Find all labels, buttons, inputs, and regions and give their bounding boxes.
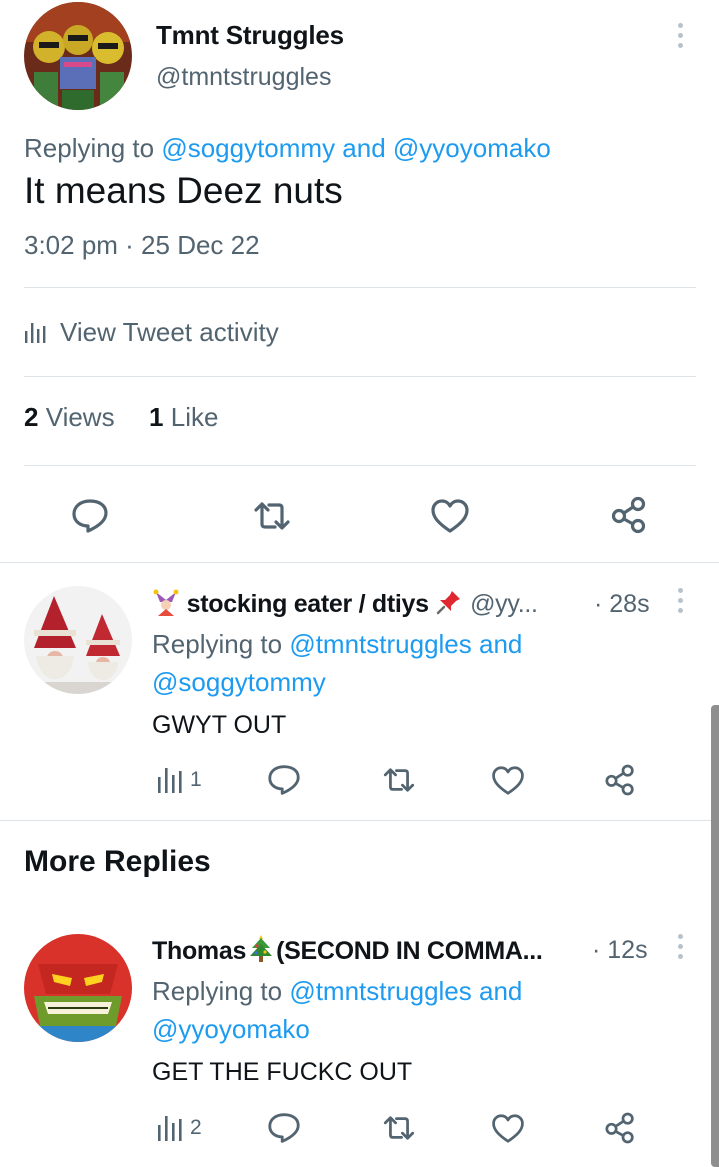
views-stat[interactable]: 2 Views <box>24 402 115 432</box>
views-label: Views <box>38 402 115 432</box>
reply-author-avatar[interactable] <box>24 586 132 694</box>
share-button[interactable] <box>602 1110 638 1146</box>
like-icon <box>492 1113 524 1143</box>
views-count: 2 <box>190 1116 202 1139</box>
main-author-avatar[interactable] <box>24 2 132 110</box>
tweet-stats: 2 Views 1 Like <box>24 402 218 433</box>
reply-time[interactable]: · 12s <box>592 936 648 965</box>
replying-prefix: Replying to <box>152 976 290 1006</box>
more-replies-heading: More Replies <box>24 845 211 878</box>
divider <box>24 465 696 466</box>
divider <box>24 287 696 288</box>
analytics-icon <box>25 323 46 343</box>
like-icon <box>492 765 524 795</box>
reply-text: GWYT OUT <box>152 711 287 739</box>
more-icon[interactable] <box>675 588 685 613</box>
retweet-icon <box>254 502 290 530</box>
like-button[interactable] <box>490 762 526 798</box>
view-tweet-activity-label: View Tweet activity <box>60 316 279 347</box>
likes-stat[interactable]: 1 Like <box>149 402 218 432</box>
reply-author-name: stocking eater / dtiys <box>186 590 429 618</box>
reply-icon <box>268 765 300 795</box>
more-icon[interactable] <box>675 934 685 959</box>
replying-mentions-continued[interactable]: @yyoyomako <box>152 1014 310 1045</box>
likes-count: 1 <box>149 402 164 432</box>
views-button[interactable]: 1 <box>156 762 202 798</box>
reply-button[interactable] <box>266 762 302 798</box>
jester-emoji <box>153 589 179 616</box>
replying-mentions[interactable]: @tmntstruggles and <box>289 629 522 659</box>
main-author-handle[interactable]: @tmntstruggles <box>156 63 331 92</box>
main-replying-to: Replying to @soggytommy and @yyoyomako <box>24 133 551 164</box>
main-tweet: Tmnt Struggles @tmntstruggles Replying t… <box>0 0 719 563</box>
reply-author-name: Thomas <box>152 937 247 965</box>
share-icon <box>611 496 646 534</box>
reply-text: GET THE FUCKC OUT <box>152 1058 413 1086</box>
main-tweet-timestamp[interactable]: 3:02 pm · 25 Dec 22 <box>24 230 260 261</box>
divider <box>24 376 696 377</box>
main-tweet-text: It means Deez nuts <box>24 170 343 211</box>
retweet-button[interactable] <box>250 496 294 536</box>
replying-prefix: Replying to <box>24 133 162 163</box>
like-button[interactable] <box>429 496 471 536</box>
retweet-button[interactable] <box>380 1110 418 1146</box>
retweet-button[interactable] <box>380 762 418 798</box>
share-icon <box>605 764 634 796</box>
share-button[interactable] <box>608 494 650 536</box>
replying-mentions-continued[interactable]: @soggytommy <box>152 667 326 698</box>
views-button[interactable]: 2 <box>156 1110 202 1146</box>
more-icon[interactable] <box>675 23 685 48</box>
reply-icon <box>72 499 108 533</box>
reply-tweet[interactable]: stocking eater / dtiys @yy... · 28s Repl… <box>0 564 719 821</box>
replying-mentions[interactable]: @tmntstruggles and <box>289 976 522 1006</box>
like-button[interactable] <box>490 1110 526 1146</box>
share-button[interactable] <box>602 762 638 798</box>
retweet-icon <box>383 1116 415 1140</box>
reply-time[interactable]: · 28s <box>594 590 650 619</box>
view-tweet-activity-button[interactable]: View Tweet activity <box>24 312 279 352</box>
scrollbar[interactable] <box>711 705 719 1167</box>
analytics-icon <box>158 1116 182 1141</box>
reply-tweet[interactable]: Thomas (SECOND IN COMMA... · 12s Replyin… <box>0 910 719 1167</box>
views-count: 2 <box>24 402 39 432</box>
pushpin-emoji <box>437 591 461 615</box>
likes-label: Like <box>163 402 219 432</box>
reply-replying-to: Replying to @tmntstruggles and <box>152 629 522 660</box>
reply-author-name-line[interactable]: stocking eater / dtiys @yy... <box>152 588 538 619</box>
main-author-name[interactable]: Tmnt Struggles <box>156 20 344 51</box>
retweet-icon <box>383 768 415 792</box>
reply-author-name-rest: (SECOND IN COMMA... <box>276 937 543 965</box>
reply-icon <box>268 1113 300 1143</box>
reply-author-name-line[interactable]: Thomas (SECOND IN COMMA... <box>152 934 543 966</box>
analytics-icon <box>158 768 182 793</box>
replying-mentions[interactable]: @soggytommy and @yyoyomako <box>161 133 551 163</box>
share-icon <box>605 1112 634 1144</box>
christmas-tree-emoji <box>250 935 273 962</box>
replying-prefix: Replying to <box>152 629 290 659</box>
views-count: 1 <box>190 768 202 791</box>
like-icon <box>431 499 469 533</box>
reply-author-avatar[interactable] <box>24 934 132 1042</box>
reply-replying-to: Replying to @tmntstruggles and <box>152 976 522 1007</box>
reply-author-handle: @yy... <box>470 590 538 618</box>
reply-button[interactable] <box>70 496 110 536</box>
reply-button[interactable] <box>266 1110 302 1146</box>
